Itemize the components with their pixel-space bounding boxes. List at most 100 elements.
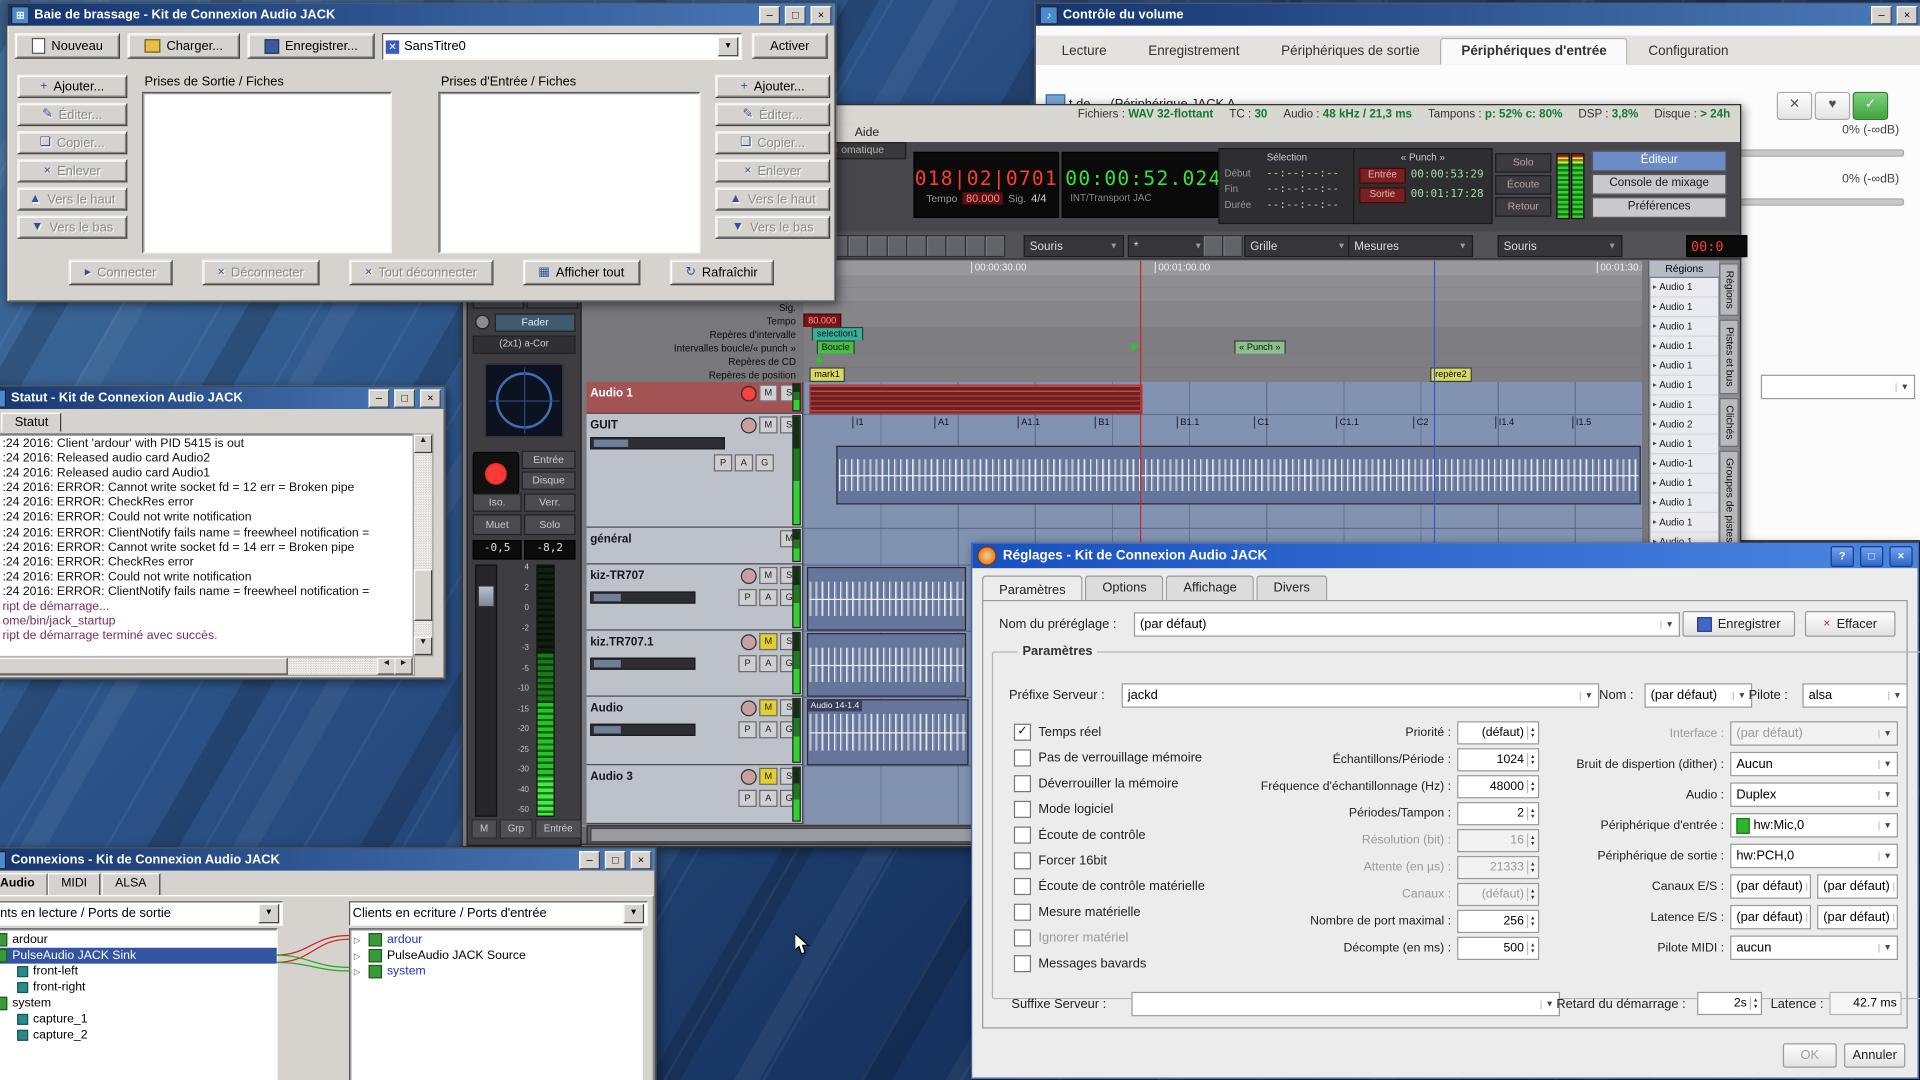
- regions-panel-title[interactable]: Régions: [1649, 261, 1719, 278]
- log-hscrollbar[interactable]: ◄ ►: [0, 656, 415, 676]
- volume-tab[interactable]: Enregistrement: [1127, 38, 1260, 65]
- track-header-audio1[interactable]: Audio 1 M S: [587, 382, 804, 414]
- dropdown-arrow-icon[interactable]: ▼: [718, 37, 739, 57]
- patchbay-action-button[interactable]: ×Déconnecter: [202, 260, 320, 286]
- help-button[interactable]: ?: [1831, 546, 1854, 567]
- sidebar-tab[interactable]: Groupes de pistes: [1719, 450, 1739, 549]
- tool-timefx-button[interactable]: [867, 235, 888, 257]
- minimize-button[interactable]: –: [1871, 6, 1892, 24]
- spin-arrows-icon[interactable]: ▲▼: [1526, 780, 1538, 793]
- maximize-button[interactable]: □: [1860, 546, 1883, 567]
- suffix-select[interactable]: ▼: [1131, 992, 1560, 1016]
- maximize-button[interactable]: □: [785, 6, 806, 24]
- record-arm-button[interactable]: [741, 417, 757, 433]
- snap-mode-select[interactable]: Grille▼: [1244, 235, 1352, 257]
- output-sockets-list[interactable]: [142, 92, 392, 254]
- save-preset-button[interactable]: Enregistrer: [1682, 611, 1795, 637]
- show-filter-select[interactable]: ▼: [1761, 375, 1915, 399]
- port-tree-item[interactable]: ardour: [0, 932, 277, 948]
- settings-checkbox[interactable]: Écoute de contrôle matérielle: [1014, 877, 1205, 895]
- expander-icon[interactable]: ▸: [1653, 479, 1657, 488]
- patchbay-action-button[interactable]: ▦Afficher tout: [522, 260, 640, 286]
- automation-button[interactable]: A: [759, 589, 777, 606]
- checkbox-icon[interactable]: [1014, 929, 1031, 946]
- dropdown-arrow-icon[interactable]: ▼: [258, 904, 279, 924]
- patchbay-side-button[interactable]: +Ajouter...: [17, 75, 127, 98]
- spin-arrows-icon[interactable]: ▲▼: [1526, 726, 1538, 739]
- menu-aide[interactable]: Aide: [855, 126, 880, 139]
- settings-tab[interactable]: Options: [1085, 576, 1164, 602]
- automation-button[interactable]: A: [735, 454, 753, 471]
- window-switch-button[interactable]: Éditeur: [1592, 151, 1727, 172]
- settings-checkbox[interactable]: Mesure matérielle: [1014, 902, 1205, 920]
- patchbay-side-button[interactable]: ▼Vers le bas: [17, 216, 127, 239]
- log-view[interactable]: :24 2016: Client 'ardour' with PID 5415 …: [0, 433, 415, 656]
- default-device-button[interactable]: ✓: [1853, 92, 1889, 120]
- window-switch-button[interactable]: Préférences: [1592, 197, 1727, 218]
- automation-button[interactable]: A: [759, 790, 777, 807]
- checkbox-icon[interactable]: [1014, 723, 1031, 740]
- expander-icon[interactable]: ▷: [354, 935, 364, 945]
- monitor-mode-button[interactable]: Solo: [1495, 153, 1551, 173]
- tool-zoom-button[interactable]: [847, 235, 868, 257]
- port-tree-item[interactable]: ▷system: [350, 964, 641, 980]
- isolate-button[interactable]: Iso.: [473, 493, 522, 511]
- close-button[interactable]: ×: [420, 389, 441, 407]
- region-list-item[interactable]: ▸Audio 1: [1651, 376, 1718, 396]
- region-list-item[interactable]: ▸Audio 1: [1651, 493, 1718, 513]
- expander-icon[interactable]: ▸: [1653, 440, 1657, 449]
- in-channels-select[interactable]: (par défaut)▼: [1730, 874, 1811, 898]
- audio-region[interactable]: Audio 14-1.4: [807, 699, 969, 765]
- automation-button[interactable]: A: [759, 721, 777, 738]
- patchbay-action-button[interactable]: ×Tout déconnecter: [349, 260, 493, 286]
- settings-checkbox[interactable]: Écoute de contrôle: [1014, 825, 1205, 843]
- fader-tab[interactable]: Fader: [495, 313, 576, 331]
- secondary-clock[interactable]: 00:00:52.024 INT/Transport JAC: [1062, 152, 1219, 218]
- zoom-in-button[interactable]: [1202, 235, 1223, 257]
- port-tree-item[interactable]: PulseAudio JACK Sink: [0, 948, 277, 964]
- settings-tab[interactable]: Divers: [1256, 576, 1327, 602]
- output-device-select[interactable]: hw:PCH,0▼: [1730, 844, 1898, 868]
- checkbox-icon[interactable]: [1014, 877, 1031, 894]
- tool-edit-button[interactable]: [887, 235, 908, 257]
- new-button[interactable]: Nouveau: [15, 33, 120, 59]
- patchbay-action-button[interactable]: ↻Rafraîchir: [670, 260, 774, 286]
- preset-select[interactable]: ✕ SansTitre0 ▼: [382, 33, 742, 60]
- port-tree-item[interactable]: capture_1: [0, 1011, 277, 1027]
- volume-tab[interactable]: Périphériques de sortie: [1260, 38, 1440, 65]
- patchbay-side-button[interactable]: ❏Copier...: [715, 131, 830, 154]
- volume-slider[interactable]: [1740, 198, 1904, 205]
- bus-header-general[interactable]: général M: [587, 528, 804, 565]
- window-switch-button[interactable]: Console de mixage: [1592, 174, 1727, 195]
- region-list-item[interactable]: ▸Audio 2: [1651, 415, 1718, 435]
- record-arm-button[interactable]: [741, 634, 757, 650]
- region-list-item[interactable]: ▸Audio 1: [1651, 337, 1718, 357]
- audio-region[interactable]: [807, 567, 966, 631]
- checkbox-icon[interactable]: [1014, 826, 1031, 843]
- port-tree-item[interactable]: front-right: [0, 980, 277, 996]
- gain-display[interactable]: -0,5: [473, 540, 522, 560]
- ok-button[interactable]: OK: [1783, 1043, 1837, 1067]
- playlist-button[interactable]: P: [738, 721, 756, 738]
- punch-button[interactable]: Entrée: [1359, 167, 1406, 183]
- close-button[interactable]: ×: [1889, 546, 1912, 567]
- region-list-item[interactable]: ▸Audio 1: [1651, 474, 1718, 494]
- bar-marker[interactable]: A1.1: [1018, 416, 1041, 428]
- region-list-item[interactable]: ▸Audio 1: [1651, 298, 1718, 318]
- recording-region[interactable]: [809, 384, 1142, 413]
- bar-marker[interactable]: I1: [852, 416, 863, 428]
- input-device-select[interactable]: hw:Mic,0▼: [1730, 813, 1898, 837]
- bar-marker[interactable]: A1: [934, 416, 949, 428]
- strip-bottom-button[interactable]: Entrée: [535, 819, 581, 839]
- checkbox-icon[interactable]: [1014, 852, 1031, 869]
- close-button[interactable]: ×: [811, 6, 832, 24]
- gain-slider[interactable]: [590, 437, 725, 449]
- gain-fader[interactable]: [475, 564, 497, 816]
- record-arm-button[interactable]: [741, 568, 757, 584]
- mute-button[interactable]: M: [759, 567, 777, 584]
- in-latency-select[interactable]: (par défaut)▼: [1730, 905, 1811, 929]
- spin-arrows-icon[interactable]: ▲▼: [1526, 861, 1538, 874]
- bar-marker[interactable]: B1: [1095, 416, 1110, 428]
- record-arm-button[interactable]: [741, 385, 757, 401]
- server-name-select[interactable]: (par défaut)▼: [1644, 683, 1752, 707]
